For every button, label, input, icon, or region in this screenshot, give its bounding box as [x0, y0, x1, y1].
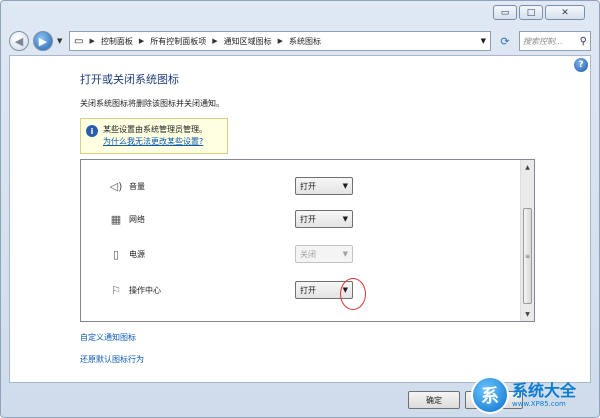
ok-button[interactable]: 确定	[408, 391, 460, 409]
scroll-down-arrow[interactable]: ▼	[521, 307, 534, 321]
page-title: 打开或关闭系统图标	[80, 73, 179, 86]
breadcrumb-control-panel[interactable]: 控制面板	[101, 36, 133, 47]
item-name: 音量	[129, 181, 145, 191]
list-item: ▯ 电源 关闭 ▼	[81, 242, 520, 266]
why-cant-change-link[interactable]: 为什么我无法更改某些设置?	[103, 136, 207, 148]
help-icon[interactable]: ?	[574, 58, 588, 72]
breadcrumb-separator[interactable]: ▶	[212, 37, 217, 45]
refresh-icon: ⟳	[500, 34, 510, 48]
select-value: 打开	[300, 285, 316, 295]
list-item: ▦ 网络 打开 ▼	[81, 207, 520, 231]
list-item: ◁) 音量 打开 ▼	[81, 174, 520, 198]
search-icon[interactable]: ⚲	[580, 36, 587, 47]
breadcrumb-separator[interactable]: ▶	[139, 37, 144, 45]
chevron-down-icon[interactable]: ▼	[481, 37, 486, 45]
info-line: 某些设置由系统管理员管理。	[103, 125, 207, 134]
system-icons-list: ◁) 音量 打开 ▼ ▦ 网络 打开 ▼ ▯ 电源 关闭 ▼ ⚐ 操作中心 打开…	[80, 159, 535, 322]
highlight-ring	[340, 278, 366, 310]
info-icon: i	[86, 125, 98, 137]
breadcrumb-notification-icons[interactable]: 通知区域图标	[224, 36, 272, 47]
breadcrumb-system-icons[interactable]: 系统图标	[289, 36, 321, 47]
site-watermark: 系 系统大全 www.XP85.com	[471, 373, 599, 417]
maximize-button[interactable]: □	[519, 5, 543, 20]
back-button[interactable]: ◀	[9, 31, 29, 51]
vertical-scrollbar[interactable]: ▲ ≡ ▼	[520, 160, 534, 321]
address-field[interactable]: ▭ ▶ 控制面板 ▶ 所有控制面板项 ▶ 通知区域图标 ▶ 系统图标 ▼	[69, 31, 491, 51]
search-input[interactable]: 搜索控制... ⚲	[519, 31, 591, 51]
breadcrumb-all-items[interactable]: 所有控制面板项	[150, 36, 206, 47]
watermark-url: www.XP85.com	[512, 400, 566, 408]
arrow-left-icon: ◀	[14, 34, 24, 48]
page-description: 关闭系统图标将删除该图标并关闭通知。	[80, 99, 224, 108]
item-name: 电源	[129, 249, 145, 259]
breadcrumb-separator[interactable]: ▶	[89, 37, 94, 45]
speaker-icon: ◁)	[109, 179, 123, 193]
scroll-up-arrow[interactable]: ▲	[521, 160, 534, 174]
breadcrumb-separator[interactable]: ▶	[278, 37, 283, 45]
refresh-button[interactable]: ⟳	[495, 31, 515, 51]
forward-button[interactable]: ▶	[33, 31, 53, 51]
watermark-logo: 系	[471, 376, 509, 414]
network-state-select[interactable]: 打开 ▼	[295, 210, 353, 228]
admin-info-box: i 某些设置由系统管理员管理。 为什么我无法更改某些设置?	[80, 118, 228, 154]
arrow-right-icon: ▶	[38, 34, 48, 48]
volume-state-select[interactable]: 打开 ▼	[295, 177, 353, 195]
list-item: ⚐ 操作中心 打开 ▼	[81, 278, 520, 302]
select-value: 关闭	[300, 249, 316, 259]
recent-pages-dropdown[interactable]: ▼	[57, 37, 65, 45]
watermark-brand: 系统大全	[512, 381, 577, 400]
minimize-button[interactable]: ▭	[493, 5, 517, 20]
close-button[interactable]: ✕	[545, 5, 585, 20]
item-name: 网络	[129, 214, 145, 224]
select-value: 打开	[300, 214, 316, 224]
content-pane: ? 打开或关闭系统图标 关闭系统图标将删除该图标并关闭通知。 i 某些设置由系统…	[9, 55, 591, 383]
select-value: 打开	[300, 181, 316, 191]
flag-icon: ⚐	[111, 283, 121, 297]
watermark-text: 系统大全 www.XP85.com	[512, 381, 577, 409]
address-toolbar: ◀ ▶ ▼ ▭ ▶ 控制面板 ▶ 所有控制面板项 ▶ 通知区域图标 ▶ 系统图标…	[9, 30, 591, 52]
scroll-thumb[interactable]: ≡	[523, 208, 532, 304]
power-icon: ▯	[112, 247, 120, 261]
item-name: 操作中心	[129, 285, 161, 295]
search-placeholder: 搜索控制...	[523, 36, 563, 46]
customize-notification-icons-link[interactable]: 自定义通知图标	[80, 332, 136, 343]
restore-default-behavior-link[interactable]: 还原默认图标行为	[80, 354, 144, 365]
control-panel-window: ▭ □ ✕ ◀ ▶ ▼ ▭ ▶ 控制面板 ▶ 所有控制面板项 ▶ 通知区域图标 …	[0, 0, 600, 418]
chevron-down-icon: ▼	[342, 215, 348, 223]
network-icon: ▦	[110, 212, 122, 226]
chevron-down-icon: ▼	[342, 250, 348, 258]
computer-icon: ▭	[74, 35, 84, 47]
caption-buttons: ▭ □ ✕	[493, 5, 585, 20]
chevron-down-icon: ▼	[342, 182, 348, 190]
power-state-select: 关闭 ▼	[295, 245, 353, 263]
info-text: 某些设置由系统管理员管理。 为什么我无法更改某些设置?	[103, 124, 207, 148]
